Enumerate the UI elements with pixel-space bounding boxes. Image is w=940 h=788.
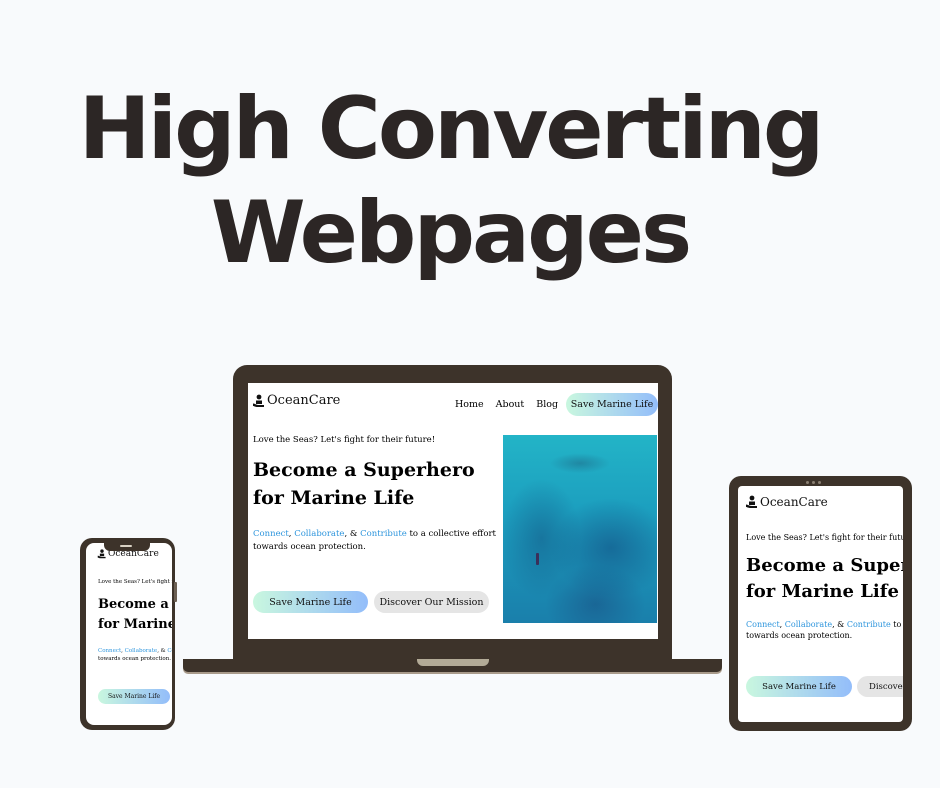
tablet-screen: OceanCare Love the Seas? Let's fight for… — [738, 486, 903, 722]
nav-home[interactable]: Home — [455, 399, 484, 410]
tablet-camera-dot — [806, 481, 809, 484]
nav-about[interactable]: About — [496, 399, 525, 410]
hero-ocean-image — [503, 435, 657, 623]
sep: , & — [157, 648, 168, 654]
hero-title-line-2: for Marine Life — [746, 581, 899, 602]
headline-line-2: Webpages — [210, 183, 692, 283]
link-collaborate[interactable]: Collaborate — [785, 620, 832, 629]
hero-title-line-2: for Marine Life — [253, 487, 415, 509]
sep: , & — [344, 529, 361, 539]
link-contribute[interactable]: Contribute — [167, 648, 172, 654]
desc-text: towards ocean protection. — [746, 631, 853, 640]
person-with-hand-icon — [252, 394, 266, 408]
tablet-camera-dot — [818, 481, 821, 484]
secondary-cta-button[interactable]: Discover Our Mission — [857, 676, 903, 697]
sep: , & — [832, 620, 847, 629]
link-collaborate[interactable]: Collaborate — [125, 648, 158, 654]
secondary-cta-button[interactable]: Discover Our Mission — [374, 591, 489, 613]
hero-description: Connect, Collaborate, & Contribute to a … — [746, 619, 903, 641]
tagline: Love the Seas? Let's fight for their fut… — [98, 579, 172, 585]
desc-text: towards ocean protection. — [253, 542, 366, 552]
link-contribute[interactable]: Contribute — [847, 620, 891, 629]
phone-side-button — [174, 582, 177, 602]
nav-cta-button[interactable]: Save Marine Life — [566, 393, 658, 416]
diver-figure — [536, 553, 539, 565]
phone-speaker — [120, 545, 132, 547]
phone-screen: OceanCare Love the Seas? Let's fight for… — [86, 543, 172, 725]
hero-description: Connect, Collaborate, & Contribute to a … — [98, 647, 172, 663]
primary-cta-button[interactable]: Save Marine Life — [253, 591, 368, 613]
link-connect[interactable]: Connect — [253, 529, 289, 539]
link-connect[interactable]: Connect — [98, 648, 121, 654]
primary-cta-button[interactable]: Save Marine Life — [98, 689, 170, 704]
laptop-notch — [417, 659, 489, 666]
hero-title-line-2: for Marine Life — [98, 617, 172, 632]
headline-line-1: High Converting — [78, 79, 825, 179]
tagline: Love the Seas? Let's fight for their fut… — [746, 533, 903, 542]
hero-description: Connect, Collaborate, & Contribute to a … — [253, 528, 496, 554]
site-logo[interactable]: OceanCare — [252, 393, 340, 408]
laptop-screen: OceanCare Home About Blog Save Marine Li… — [248, 383, 658, 639]
link-contribute[interactable]: Contribute — [360, 529, 407, 539]
person-with-hand-icon — [97, 549, 107, 559]
tablet-camera-dot — [812, 481, 815, 484]
hero-title-line-1: Become a Superhero — [98, 597, 172, 612]
primary-cta-button[interactable]: Save Marine Life — [746, 676, 852, 697]
brand-name: OceanCare — [267, 393, 341, 408]
nav-blog[interactable]: Blog — [536, 399, 558, 410]
tagline: Love the Seas? Let's fight for their fut… — [253, 435, 436, 445]
site-logo[interactable]: OceanCare — [745, 495, 828, 509]
desc-text: to a collective effort — [406, 529, 496, 539]
hero-title-line-1: Become a Superhero — [253, 459, 475, 481]
link-connect[interactable]: Connect — [746, 620, 780, 629]
link-collaborate[interactable]: Collaborate — [294, 529, 344, 539]
desc-text: towards ocean protection. — [98, 656, 172, 662]
brand-name: OceanCare — [760, 495, 828, 509]
hero-title-line-1: Become a Superhero — [746, 555, 903, 576]
person-with-hand-icon — [745, 495, 759, 509]
main-nav: Home About Blog — [455, 399, 558, 410]
desc-text: to a collective effort — [893, 620, 903, 629]
